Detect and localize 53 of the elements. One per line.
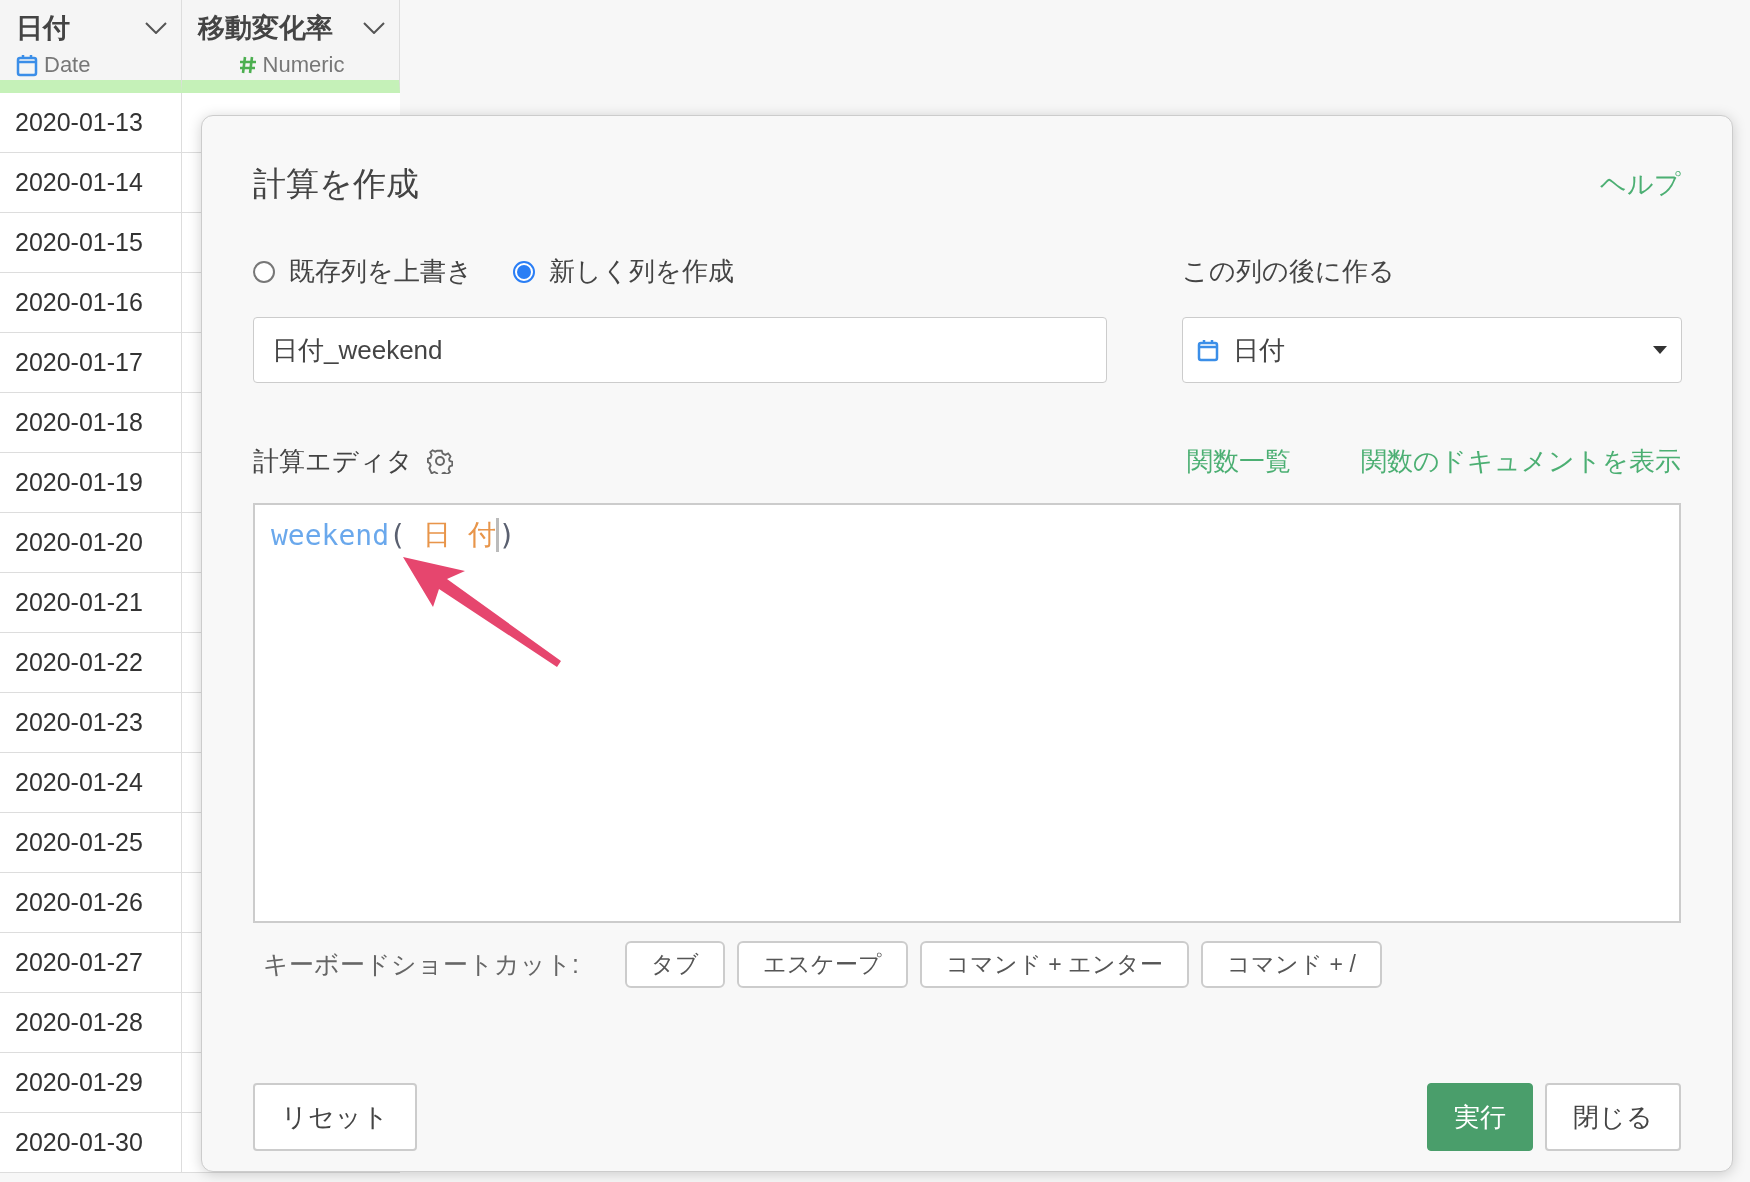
code-token: ) [498,518,516,552]
shortcuts-label: キーボードショートカット: [263,949,579,980]
table-cell: 2020-01-16 [0,273,182,333]
radio-button[interactable] [513,260,535,283]
code-token: 日 付 [422,517,496,553]
table-cell: 2020-01-23 [0,693,182,753]
table-cell: 2020-01-26 [0,873,182,933]
calendar-icon [1197,338,1219,362]
shortcut-key: コマンド + / [1201,941,1382,988]
radio-label: 既存列を上書き [289,255,473,288]
column-header[interactable]: 移動変化率 Numeric [182,0,400,93]
column-header[interactable]: 日付 Date [0,0,182,93]
table-cell: 2020-01-20 [0,513,182,573]
table-cell: 2020-01-22 [0,633,182,693]
column-name: 移動変化率 [198,12,333,45]
editor-label: 計算エディタ [253,444,413,478]
shortcut-key: エスケープ [736,941,908,988]
dialog-button[interactable]: 閉じる [1545,1083,1681,1151]
radio-label: 新しく列を作成 [549,255,734,288]
table-cell: 2020-01-17 [0,333,182,393]
calendar-icon [16,53,38,77]
hash-icon [238,55,257,75]
code-token: weekend [271,518,389,552]
position-label: この列の後に作る [1182,255,1396,288]
shortcut-key: コマンド + エンター [919,941,1190,988]
table-cell: 2020-01-19 [0,453,182,513]
dialog-title: 計算を作成 [253,163,419,204]
settings-icon[interactable] [427,448,453,474]
table-cell: 2020-01-28 [0,993,182,1053]
table-cell: 2020-01-14 [0,153,182,213]
table-cell: 2020-01-21 [0,573,182,633]
shortcut-key: タブ [624,941,725,988]
table-cell: 2020-01-13 [0,93,182,153]
radio-button[interactable] [253,260,275,283]
formula-editor[interactable]: weekend( 日 付) [253,503,1681,923]
column-name: 日付 [16,12,70,45]
column-select[interactable]: 日付 [1182,317,1682,383]
dialog-button[interactable]: リセット [253,1083,417,1151]
column-type: Date [44,52,91,78]
chevron-down-icon[interactable] [363,22,385,34]
table-cell: 2020-01-15 [0,213,182,273]
caret-down-icon [1653,346,1667,354]
chevron-down-icon[interactable] [145,22,167,34]
code-token: ( [389,518,407,552]
table-cell: 2020-01-30 [0,1113,182,1173]
table-cell: 2020-01-27 [0,933,182,993]
column-type: Numeric [262,52,345,78]
table-cell: 2020-01-29 [0,1053,182,1113]
column-name-field[interactable]: 日付_weekend [253,317,1107,383]
table-cell: 2020-01-25 [0,813,182,873]
table-cell: 2020-01-18 [0,393,182,453]
table-cell: 2020-01-24 [0,753,182,813]
text-cursor [495,518,499,552]
